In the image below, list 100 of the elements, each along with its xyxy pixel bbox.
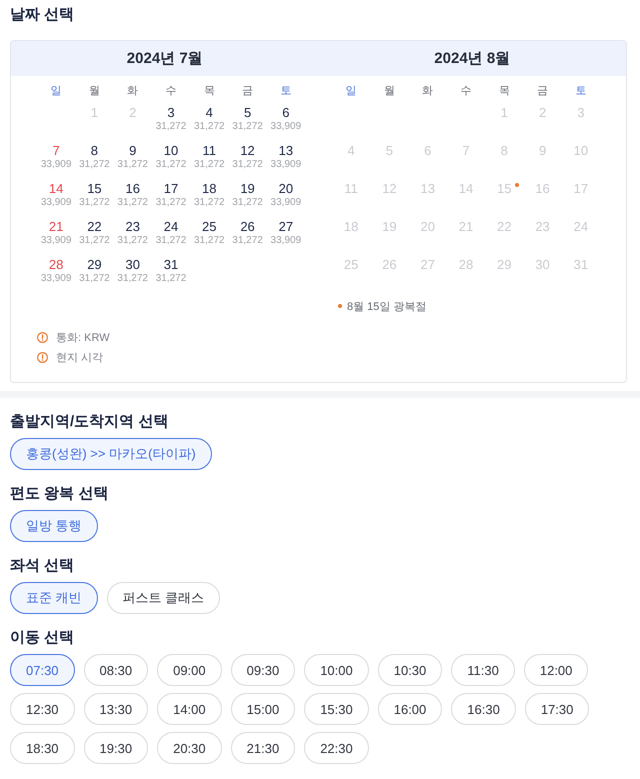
day-price: 31,272 (194, 197, 225, 209)
day-number[interactable]: 13 (278, 143, 294, 159)
section-heading: 좌석 선택 (10, 556, 76, 576)
day-number[interactable]: 11 (202, 143, 216, 159)
day-number[interactable]: 12 (240, 143, 255, 159)
weekday-label: 월 (382, 84, 396, 99)
day-price: 33,909 (270, 121, 302, 133)
day-number[interactable]: 6 (282, 105, 290, 121)
day-price: 31,272 (79, 159, 110, 171)
day-number[interactable]: 5 (244, 105, 252, 121)
day-price: 33,909 (40, 273, 72, 285)
day-number[interactable]: 18 (202, 181, 217, 197)
weekday-label: 목 (498, 84, 511, 99)
option-chip[interactable]: 16:00 (378, 693, 442, 725)
day-price: 31,272 (232, 159, 263, 171)
day-price: 31,272 (194, 159, 225, 171)
weekday-label: 일 (344, 84, 358, 99)
day-price: 33,909 (270, 197, 302, 209)
option-chip[interactable]: 일방 통행 (10, 510, 98, 542)
day-price: 33,909 (40, 235, 72, 247)
day-number[interactable]: 31 (164, 257, 178, 273)
weekday-label: 화 (126, 84, 140, 99)
option-chip[interactable]: 20:30 (157, 732, 222, 764)
day-number[interactable]: 4 (206, 105, 213, 121)
day-number[interactable]: 25 (202, 219, 217, 235)
weekday-label: 금 (536, 84, 550, 99)
option-chip[interactable]: 07:30 (10, 654, 75, 686)
weekday-label: 토 (574, 84, 588, 99)
day-price: 31,272 (79, 273, 110, 285)
day-number[interactable]: 16 (125, 181, 140, 197)
option-chip[interactable]: 11:30 (451, 654, 515, 686)
section-heading: 이동 선택 (10, 628, 76, 648)
day-number[interactable]: 17 (164, 181, 178, 197)
option-chip[interactable]: 08:30 (84, 654, 148, 686)
day-number[interactable]: 8 (90, 143, 98, 159)
weekday-label: 수 (164, 84, 178, 99)
day-number[interactable]: 14 (48, 181, 64, 197)
option-chip[interactable]: 09:00 (157, 654, 222, 686)
section-heading: 편도 왕복 선택 (10, 484, 110, 504)
day-number[interactable]: 20 (278, 181, 294, 197)
weekday-label: 화 (421, 84, 434, 99)
info-note: 통화: KRW (56, 330, 110, 344)
day-price: 31,272 (194, 121, 225, 133)
day-price: 31,272 (117, 197, 148, 209)
weekday-label: 수 (459, 84, 472, 99)
option-chip[interactable]: 17:30 (524, 693, 590, 725)
day-number[interactable]: 27 (278, 219, 294, 235)
day-price: 31,272 (79, 197, 110, 209)
day-number[interactable]: 29 (87, 257, 102, 273)
option-chip[interactable]: 22:30 (304, 732, 369, 764)
option-chip[interactable]: 19:30 (84, 732, 148, 764)
day-number[interactable]: 15 (87, 181, 102, 197)
option-chip[interactable]: 12:30 (10, 693, 75, 725)
option-chip[interactable]: 16:30 (451, 693, 516, 725)
option-chip[interactable]: 표준 캐빈 (10, 582, 98, 614)
day-number[interactable]: 10 (164, 143, 178, 159)
holiday-note: 8월 15일 광복절 (347, 300, 426, 314)
day-price: 31,272 (232, 235, 263, 247)
option-chip[interactable]: 13:30 (84, 693, 148, 725)
option-chip[interactable]: 10:00 (304, 654, 369, 686)
day-price: 31,272 (156, 235, 186, 247)
day-number[interactable]: 3 (167, 105, 175, 121)
day-price: 31,272 (117, 235, 148, 247)
day-number[interactable]: 30 (125, 257, 140, 273)
option-chip[interactable]: 퍼스트 클래스 (106, 582, 220, 614)
day-number[interactable]: 24 (164, 219, 178, 235)
day-price: 31,272 (156, 121, 186, 133)
day-price: 31,272 (232, 197, 263, 209)
day-number[interactable]: 26 (240, 219, 255, 235)
day-price: 31,272 (156, 273, 186, 285)
day-price: 31,272 (79, 235, 110, 247)
weekday-label: 금 (241, 84, 254, 99)
option-chip[interactable]: 10:30 (378, 654, 442, 686)
option-chip[interactable]: 14:00 (157, 693, 222, 725)
month-title: 2024년 7월 (126, 49, 204, 68)
day-number[interactable]: 19 (240, 181, 255, 197)
day-number[interactable]: 23 (125, 219, 140, 235)
day-number[interactable]: 21 (48, 219, 64, 235)
day-number[interactable]: 7 (52, 143, 60, 159)
day-price: 33,909 (40, 197, 72, 209)
day-number[interactable]: 22 (87, 219, 102, 235)
option-chip[interactable]: 18:30 (10, 732, 75, 764)
day-number[interactable]: 28 (48, 257, 64, 273)
option-chip[interactable]: 15:30 (304, 693, 369, 725)
weekday-label: 목 (202, 84, 216, 99)
dot-icon (338, 304, 342, 308)
option-chip[interactable]: 21:30 (230, 732, 296, 764)
day-price: 31,272 (232, 121, 263, 133)
month-title: 2024년 8월 (433, 49, 512, 68)
info-note: 현지 시각 (56, 350, 104, 364)
option-chip[interactable]: 홍콩(성완) >> 마카오(타이파) (10, 438, 212, 470)
day-number[interactable]: 9 (129, 143, 136, 159)
option-chip[interactable]: 12:00 (524, 654, 588, 686)
weekday-label: 월 (88, 84, 101, 99)
section-heading: 날짜 선택 (10, 5, 76, 25)
day-price: 33,909 (270, 235, 302, 247)
weekday-label: 일 (50, 84, 63, 99)
option-chip[interactable]: 15:00 (230, 693, 296, 725)
day-price: 31,272 (156, 159, 186, 171)
option-chip[interactable]: 09:30 (230, 654, 296, 686)
